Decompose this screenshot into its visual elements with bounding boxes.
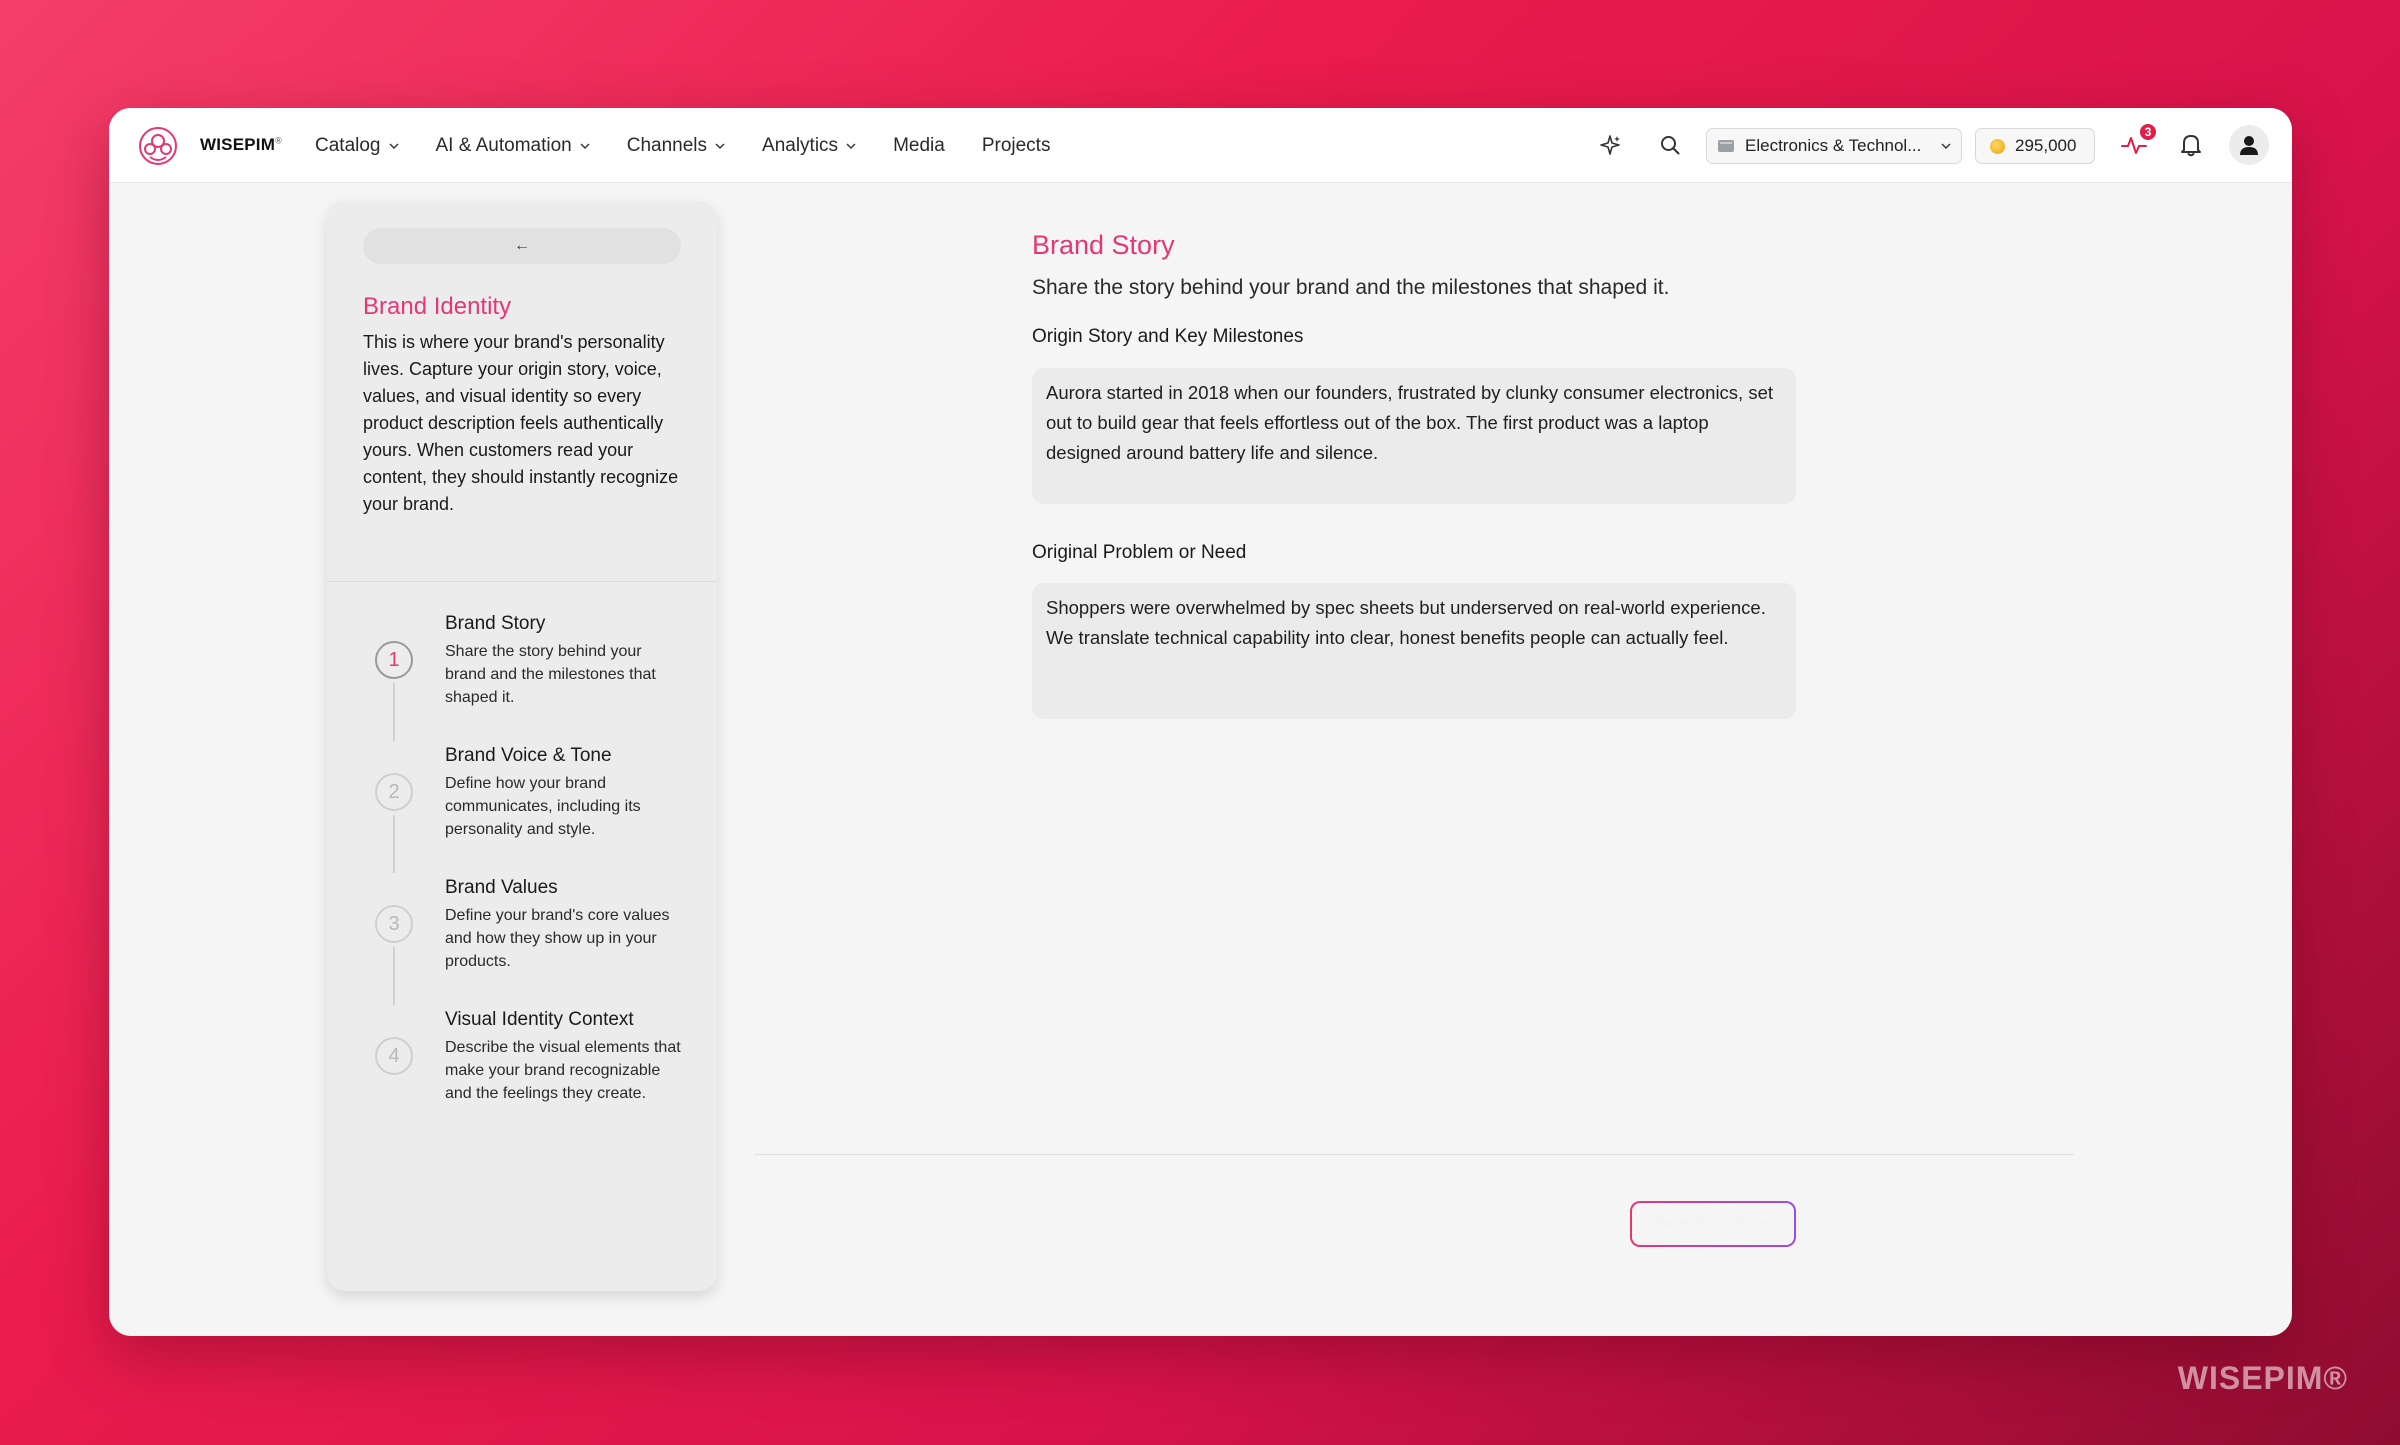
step-number: 1 bbox=[375, 641, 413, 679]
step-connector bbox=[393, 815, 395, 873]
page-title: Brand Story bbox=[1032, 230, 1175, 260]
step-number: 3 bbox=[375, 905, 413, 943]
user-icon bbox=[2240, 136, 2258, 155]
search-icon bbox=[1661, 136, 1680, 155]
ai-sparkle-button[interactable] bbox=[1595, 130, 1625, 160]
nav-ai-automation-label: AI & Automation bbox=[435, 134, 572, 156]
step-number: 4 bbox=[375, 1037, 413, 1075]
origin-story-textarea[interactable]: Aurora started in 2018 when our founders… bbox=[1032, 368, 1796, 504]
chevron-down-icon bbox=[389, 143, 398, 149]
nav-catalog[interactable]: Catalog bbox=[315, 135, 399, 157]
chevron-down-icon bbox=[580, 143, 590, 149]
step-brand-story[interactable]: 1 Brand Story Share the story behind you… bbox=[375, 613, 695, 745]
step-brand-values[interactable]: 3 Brand Values Define your brand's core … bbox=[375, 877, 695, 1009]
nav-media[interactable]: Media bbox=[893, 135, 945, 157]
coin-icon bbox=[1990, 138, 2005, 154]
origin-story-label: Origin Story and Key Milestones bbox=[1032, 326, 1304, 347]
step-visual-identity-context[interactable]: 4 Visual Identity Context Describe the v… bbox=[375, 1009, 695, 1141]
save-continue-button[interactable]: Save & Continue bbox=[1630, 1201, 1796, 1247]
nav-catalog-label: Catalog bbox=[315, 134, 381, 156]
steps-list: 1 Brand Story Share the story behind you… bbox=[375, 613, 695, 1141]
brand-identity-sidebar: ← Brand Identity This is where your bran… bbox=[327, 201, 717, 1291]
step-brand-voice-tone[interactable]: 2 Brand Voice & Tone Define how your bra… bbox=[375, 745, 695, 877]
credits-value: 295,000 bbox=[2015, 136, 2077, 155]
nav-analytics-label: Analytics bbox=[762, 134, 839, 156]
wisepim-logo-icon[interactable] bbox=[137, 125, 179, 167]
notifications-button[interactable] bbox=[2176, 130, 2206, 160]
chevron-down-icon bbox=[846, 143, 856, 149]
main-nav: Catalog AI & Automation Channels Analyti… bbox=[315, 108, 1087, 183]
step-description: Define your brand's core values and how … bbox=[445, 907, 670, 970]
catalog-select-value: Electronics & Technol... bbox=[1745, 136, 1922, 155]
step-connector bbox=[393, 683, 395, 741]
original-problem-textarea[interactable]: Shoppers were overwhelmed by spec sheets… bbox=[1032, 583, 1796, 719]
nav-ai-automation[interactable]: AI & Automation bbox=[436, 135, 590, 157]
catalog-select[interactable]: Electronics & Technol... bbox=[1706, 128, 1962, 164]
search-button[interactable] bbox=[1655, 130, 1685, 160]
nav-projects-label: Projects bbox=[981, 134, 1051, 156]
step-title: Brand Values bbox=[445, 877, 558, 898]
step-description: Describe the visual elements that make y… bbox=[445, 1039, 681, 1102]
back-arrow-icon: ← bbox=[514, 237, 530, 254]
nav-channels-label: Channels bbox=[626, 134, 708, 156]
step-number: 2 bbox=[375, 773, 413, 811]
step-description: Define how your brand communicates, incl… bbox=[445, 775, 641, 838]
bell-icon bbox=[2181, 135, 2201, 157]
registered-mark: ® bbox=[275, 135, 282, 146]
activity-badge: 3 bbox=[2138, 122, 2158, 142]
top-navigation-bar: WISEPIM® Catalog AI & Automation Channel… bbox=[109, 108, 2292, 183]
step-description: Share the story behind your brand and th… bbox=[445, 643, 656, 706]
watermark: WISEPIM® bbox=[2177, 1360, 2348, 1396]
credits-balance[interactable]: 295,000 bbox=[1975, 128, 2095, 164]
app-name[interactable]: WISEPIM® bbox=[200, 135, 282, 155]
original-problem-label: Original Problem or Need bbox=[1032, 542, 1247, 563]
app-window: WISEPIM® Catalog AI & Automation Channel… bbox=[109, 108, 2292, 1336]
nav-channels[interactable]: Channels bbox=[627, 135, 725, 157]
nav-projects[interactable]: Projects bbox=[982, 135, 1051, 157]
step-connector bbox=[393, 947, 395, 1005]
save-continue-label: Save & Continue bbox=[1652, 1215, 1774, 1232]
nav-media-label: Media bbox=[893, 134, 945, 156]
chevron-down-icon bbox=[715, 143, 725, 149]
back-button[interactable]: ← bbox=[363, 228, 681, 264]
step-title: Brand Voice & Tone bbox=[445, 745, 612, 766]
user-avatar[interactable] bbox=[2229, 125, 2269, 165]
step-title: Brand Story bbox=[445, 613, 546, 634]
catalog-icon bbox=[1718, 140, 1734, 152]
sparkle-icon bbox=[1600, 135, 1620, 155]
footer-divider bbox=[754, 1154, 2074, 1155]
page-subtitle: Share the story behind your brand and th… bbox=[1032, 276, 1670, 299]
sidebar-divider bbox=[327, 581, 717, 582]
step-title: Visual Identity Context bbox=[445, 1009, 634, 1030]
nav-analytics[interactable]: Analytics bbox=[762, 135, 856, 157]
chevron-down-icon bbox=[1941, 143, 1951, 149]
activity-button[interactable]: 3 bbox=[2119, 122, 2158, 160]
sidebar-description: This is where your brand's personality l… bbox=[363, 332, 679, 514]
sidebar-title: Brand Identity bbox=[363, 293, 512, 320]
